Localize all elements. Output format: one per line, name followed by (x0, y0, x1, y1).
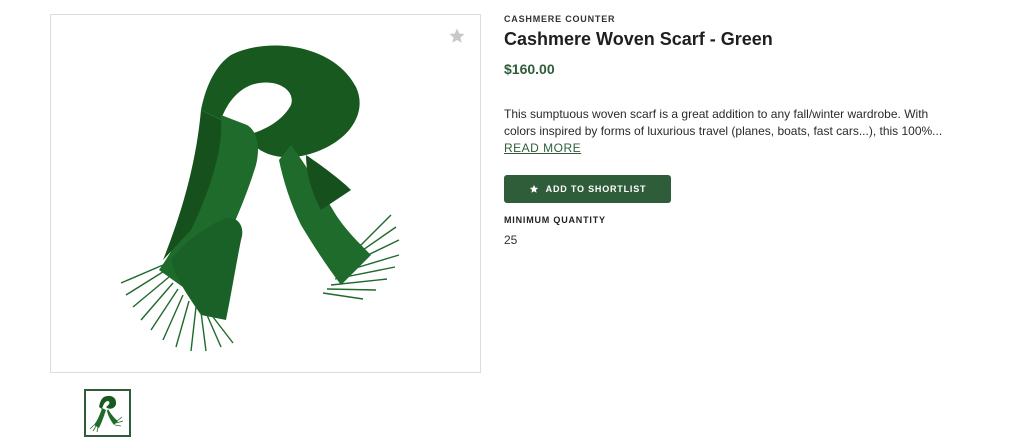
minimum-quantity-label: MINIMUM QUANTITY (504, 215, 606, 225)
add-to-shortlist-button[interactable]: ADD TO SHORTLIST (504, 175, 671, 203)
product-title: Cashmere Woven Scarf - Green (504, 29, 773, 49)
minimum-quantity-value: 25 (504, 233, 518, 247)
product-image[interactable] (50, 14, 481, 373)
product-page: CASHMERE COUNTER Cashmere Woven Scarf - … (0, 0, 1024, 446)
scarf-thumbnail-image (89, 395, 124, 433)
scarf-image (120, 45, 400, 352)
brand-name: CASHMERE COUNTER (504, 14, 616, 24)
product-price: $160.00 (504, 61, 555, 77)
product-thumbnail[interactable] (84, 389, 131, 437)
star-icon (529, 184, 538, 193)
read-more-link[interactable]: READ MORE (504, 141, 581, 155)
add-to-shortlist-label: ADD TO SHORTLIST (545, 184, 647, 194)
product-description: This sumptuous woven scarf is a great ad… (504, 107, 943, 138)
favorite-star-icon[interactable] (448, 27, 466, 45)
